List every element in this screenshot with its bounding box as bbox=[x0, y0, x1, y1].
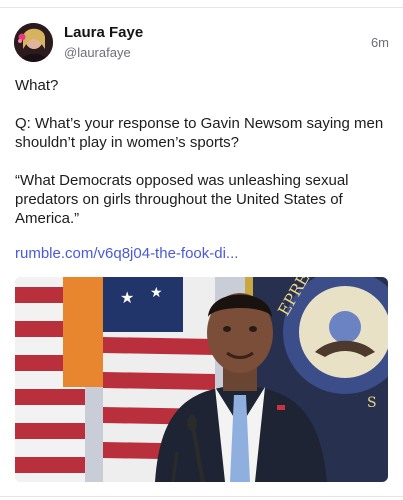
post-link[interactable]: rumble.com/v6q8j04-the-fook-di... bbox=[15, 244, 238, 263]
post-paragraph: Q: What’s your response to Gavin Newsom … bbox=[15, 115, 384, 151]
svg-text:S: S bbox=[367, 395, 377, 411]
media-attachment[interactable]: ★ ★ EPRES S bbox=[15, 277, 388, 482]
svg-text:★: ★ bbox=[150, 285, 163, 301]
post-timestamp: 6m bbox=[370, 35, 389, 50]
video-thumbnail-image: ★ ★ EPRES S bbox=[15, 277, 388, 482]
profile-photo-icon bbox=[14, 23, 53, 62]
post-header: Laura Faye @laurafaye 6m bbox=[14, 22, 389, 64]
top-divider bbox=[0, 7, 403, 8]
author-handle[interactable]: @laurafaye bbox=[64, 44, 143, 61]
post-paragraph: “What Democrats opposed was unleashing s… bbox=[15, 172, 349, 227]
post-body: What? Q: What’s your response to Gavin N… bbox=[15, 76, 390, 247]
bottom-divider bbox=[0, 496, 403, 497]
avatar[interactable] bbox=[14, 23, 53, 62]
author-name[interactable]: Laura Faye bbox=[64, 24, 143, 42]
svg-text:★: ★ bbox=[120, 288, 134, 307]
author-block: Laura Faye @laurafaye bbox=[64, 24, 143, 61]
post-paragraph: What? bbox=[15, 77, 59, 94]
